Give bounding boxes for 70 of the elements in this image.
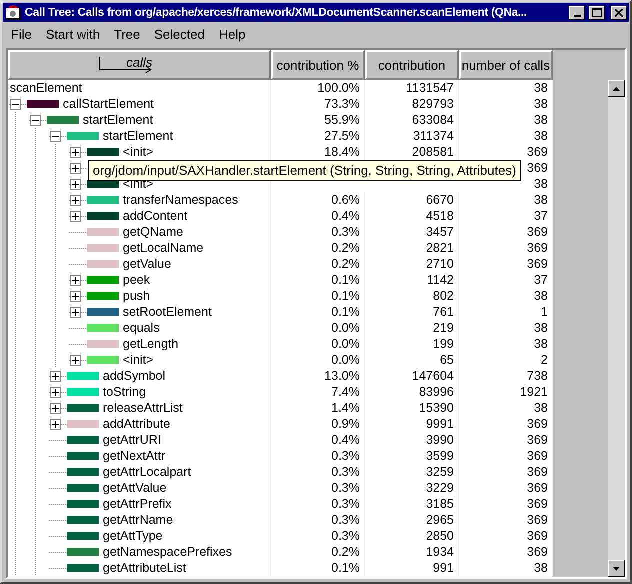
menu-item[interactable]: Help [212, 26, 254, 42]
method-name: startElement [103, 129, 174, 143]
method-name: getNamespacePrefixes [103, 545, 232, 559]
method-name: addContent [123, 209, 188, 223]
column-header[interactable]: number of calls [459, 50, 553, 80]
method-name: getAttrURI [103, 433, 162, 447]
method-name: addSymbol [103, 369, 166, 383]
expand-icon[interactable] [70, 162, 81, 174]
scroll-down-button[interactable] [608, 560, 625, 577]
collapse-icon[interactable] [10, 98, 21, 110]
method-name: releaseAttrList [103, 401, 183, 415]
collapse-icon[interactable] [30, 114, 41, 126]
method-name: setRootElement [123, 305, 212, 319]
expand-icon[interactable] [70, 178, 81, 190]
window-title: Call Tree: Calls from org/apache/xerces/framework/XMLDocumentScanner.scanElement (QNa... [25, 6, 528, 18]
method-name: getAttValue [103, 481, 167, 495]
method-name: getNextAttr [103, 449, 166, 463]
method-name: scanElement [10, 81, 82, 95]
expand-icon[interactable] [70, 274, 81, 286]
expand-icon[interactable] [70, 210, 81, 222]
method-name: getAttributeList [103, 561, 186, 575]
column-header[interactable]: calls [8, 50, 271, 80]
method-name: getAttrLocalpart [103, 465, 192, 479]
method-name: <init> [123, 145, 154, 159]
arrow-icon [98, 56, 152, 74]
method-name: getLength [123, 337, 179, 351]
method-name: push [123, 289, 150, 303]
minimize-button[interactable] [569, 6, 585, 20]
collapse-icon[interactable] [50, 130, 61, 142]
expand-icon[interactable] [70, 306, 81, 318]
method-name: equals [123, 321, 160, 335]
expand-icon[interactable] [70, 354, 81, 366]
method-name: transferNamespaces [123, 193, 238, 207]
method-name: startElement [83, 113, 154, 127]
maximize-icon [592, 8, 602, 17]
method-name: addAttribute [103, 417, 170, 431]
menu-item[interactable]: Start with [40, 26, 108, 42]
menu-item[interactable]: File [5, 26, 40, 42]
method-name: getLocalName [123, 241, 204, 255]
tree-cell[interactable]: callStartElement [8, 96, 271, 112]
expand-icon[interactable] [50, 386, 61, 398]
expand-icon[interactable] [70, 290, 81, 302]
column-header[interactable]: contribution [365, 50, 459, 80]
method-name: getQName [123, 225, 184, 239]
minimize-icon [574, 14, 580, 16]
method-name: getAttrName [103, 513, 174, 527]
down-arrow-icon [613, 566, 620, 570]
tree-cell[interactable]: scanElement [8, 80, 271, 96]
column-header[interactable]: contribution % [271, 50, 365, 80]
expand-icon[interactable] [50, 402, 61, 414]
expand-icon[interactable] [70, 146, 81, 158]
scroll-up-button[interactable] [608, 80, 625, 97]
tooltip: org/jdom/input/SAXHandler.startElement (String, String, String, Attributes) [88, 160, 522, 181]
method-name: <init> [123, 353, 154, 367]
expand-icon[interactable] [50, 370, 61, 382]
method-name: getAttType [103, 529, 163, 543]
up-arrow-icon [613, 86, 620, 90]
maximize-button[interactable] [589, 6, 605, 20]
close-button[interactable] [611, 6, 627, 20]
menu-item[interactable]: Selected [148, 26, 213, 42]
method-name: peek [123, 273, 150, 287]
app-icon [5, 4, 21, 20]
method-name: toString [103, 385, 146, 399]
close-icon [615, 8, 623, 16]
expand-icon[interactable] [50, 418, 61, 430]
method-name: callStartElement [63, 97, 154, 111]
method-name: getAttrPrefix [103, 497, 172, 511]
method-name: getValue [123, 257, 172, 271]
menu-item[interactable]: Tree [108, 26, 148, 42]
expand-icon[interactable] [70, 194, 81, 206]
